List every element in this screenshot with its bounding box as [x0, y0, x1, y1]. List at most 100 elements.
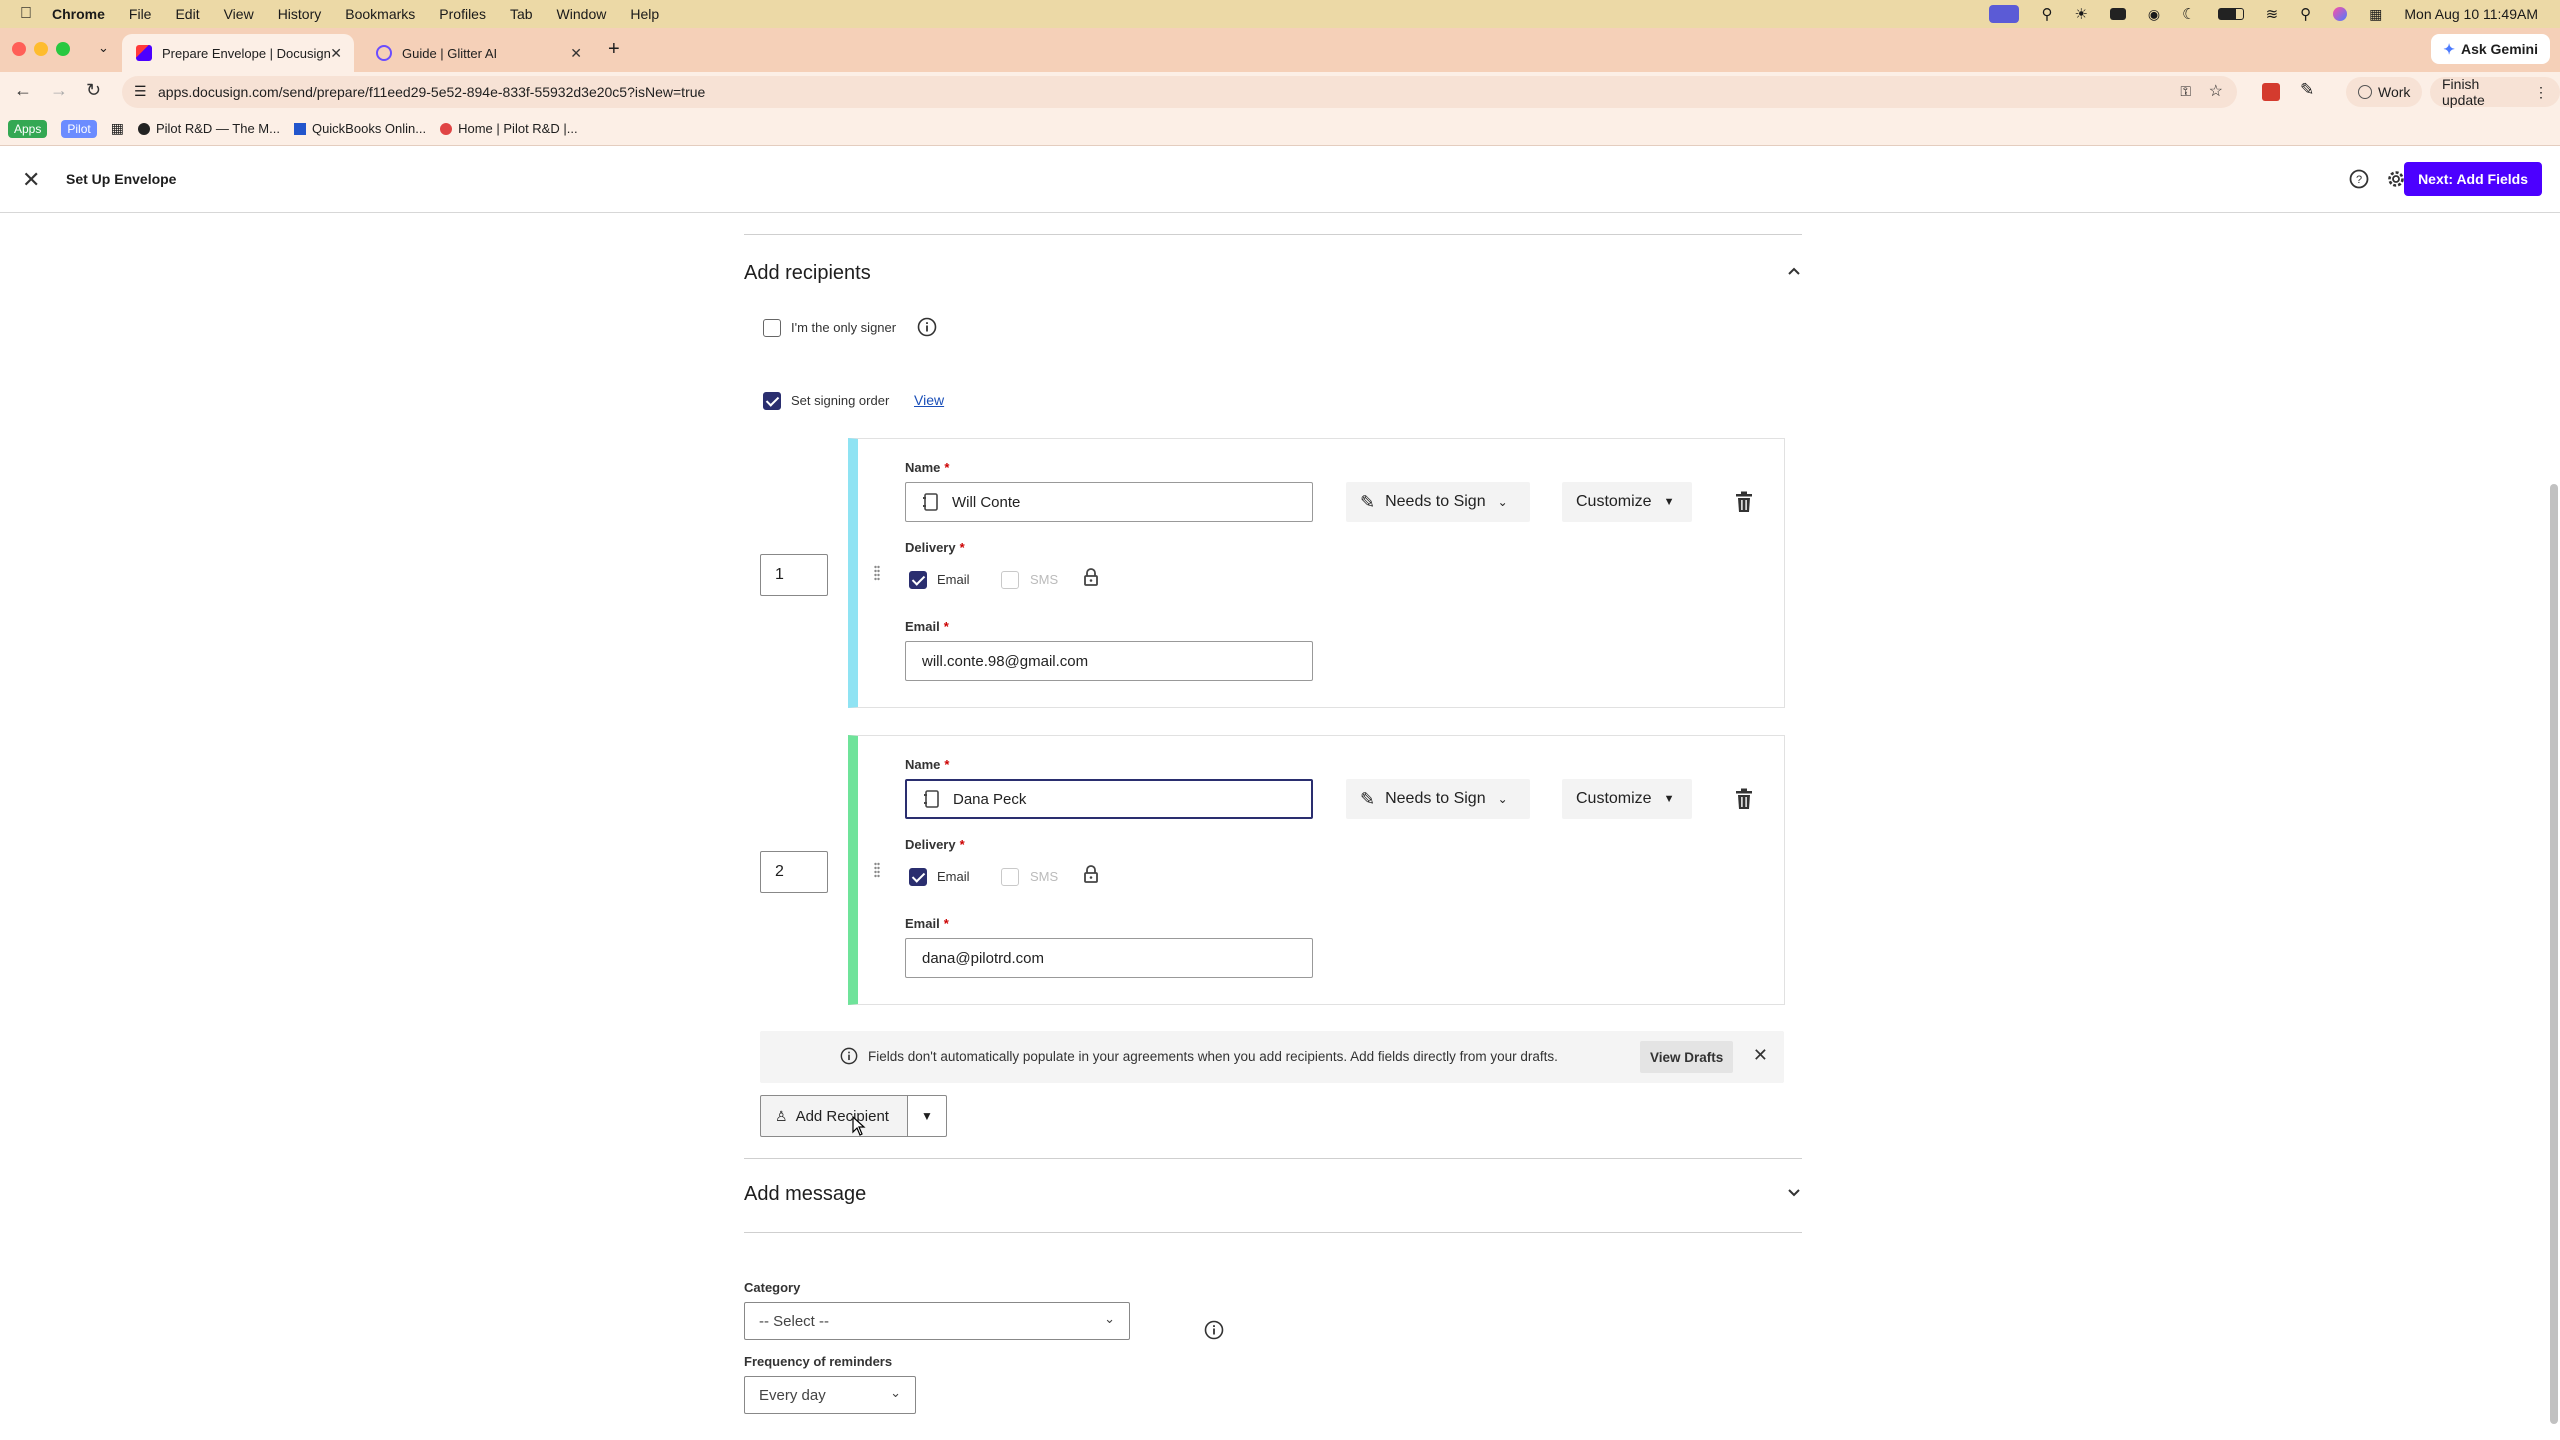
email-delivery-checkbox[interactable] — [909, 868, 927, 886]
apple-icon[interactable]:  — [0, 5, 52, 23]
sms-delivery-label: SMS — [1030, 869, 1059, 884]
next-add-fields-button[interactable]: Next: Add Fields — [2404, 162, 2542, 196]
tab-glitter-title: Guide | Glitter AI — [402, 45, 498, 61]
signing-order-checkbox[interactable] — [763, 392, 781, 410]
forward-icon[interactable]: → — [50, 80, 68, 101]
bookmark-pilot-rd-label: Pilot R&D — The M... — [155, 121, 280, 136]
recipient-name-input[interactable]: Dana Peck — [905, 779, 1313, 819]
lock-icon[interactable] — [1083, 568, 1099, 586]
recipient-order-input[interactable]: 1 — [760, 554, 828, 596]
trash-icon[interactable] — [1734, 491, 1754, 513]
screen-share-icon[interactable] — [1989, 5, 2020, 23]
profile-work-button[interactable]: Work — [2346, 77, 2423, 107]
help-icon[interactable]: ? — [2348, 168, 2370, 190]
back-icon[interactable]: ← — [14, 80, 32, 101]
menu-bookmarks[interactable]: Bookmarks — [345, 6, 415, 22]
menu-tab[interactable]: Tab — [510, 6, 533, 22]
bookmarks-bar: Apps Pilot ▦ Pilot R&D — The M... QuickB… — [0, 112, 2560, 146]
menu-view[interactable]: View — [224, 6, 254, 22]
needs-to-sign-dropdown[interactable]: ✎ Needs to Sign ⌄ — [1346, 482, 1530, 522]
menu-history[interactable]: History — [278, 6, 322, 22]
menu-window[interactable]: Window — [557, 6, 607, 22]
page-title: Set Up Envelope — [66, 171, 177, 187]
category-select[interactable]: -- Select -- ⌄ — [744, 1302, 1130, 1340]
contacts-icon[interactable] — [923, 789, 941, 809]
menu-clock[interactable]: Mon Aug 10 11:49AM — [2404, 6, 2538, 22]
reminders-select[interactable]: Every day ⌄ — [744, 1376, 916, 1414]
spotlight-icon[interactable]: ⚲ — [2300, 5, 2311, 23]
action-value: Needs to Sign — [1385, 493, 1486, 510]
close-tab-icon[interactable]: ✕ — [330, 45, 342, 62]
bookmark-quickbooks[interactable]: QuickBooks Onlin... — [293, 121, 427, 136]
menu-help[interactable]: Help — [630, 6, 659, 22]
bookmark-home-pilot[interactable]: Home | Pilot R&D |... — [440, 121, 578, 136]
banner-text: Fields don't automatically populate in y… — [868, 1049, 1558, 1064]
bookmark-pilot-rd[interactable]: Pilot R&D — The M... — [137, 121, 280, 136]
recipient-email-input[interactable]: dana@pilotrd.com — [905, 938, 1313, 978]
chevron-up-icon[interactable] — [1787, 264, 1801, 278]
scrollbar[interactable] — [2550, 484, 2558, 1424]
recipient-email-input[interactable]: will.conte.98@gmail.com — [905, 641, 1313, 681]
control-center-icon[interactable]: ▦ — [2369, 6, 2382, 23]
battery-icon[interactable] — [2217, 8, 2244, 20]
add-recipient-menu-button[interactable]: ▼ — [907, 1095, 947, 1137]
needs-to-sign-dropdown[interactable]: ✎ Needs to Sign ⌄ — [1346, 779, 1530, 819]
chevron-down-icon[interactable] — [1787, 1186, 1801, 1200]
address-bar[interactable]: ☰ apps.docusign.com/send/prepare/f11eed2… — [122, 76, 2237, 108]
customize-dropdown[interactable]: Customize ▼ — [1562, 779, 1692, 819]
camera-status-icon[interactable] — [2109, 8, 2126, 20]
bookmark-apps[interactable]: Apps — [8, 119, 48, 138]
trash-icon[interactable] — [1734, 788, 1754, 810]
close-tab-icon[interactable]: ✕ — [570, 45, 582, 62]
password-key-icon[interactable]: ⚿ — [2180, 83, 2191, 100]
name-label: Name * — [905, 460, 950, 475]
menu-app-name[interactable]: Chrome — [52, 6, 105, 22]
only-signer-checkbox[interactable] — [763, 319, 781, 337]
ask-gemini-button[interactable]: ✦ Ask Gemini — [2431, 34, 2550, 64]
customize-dropdown[interactable]: Customize ▼ — [1562, 482, 1692, 522]
maximize-window-button[interactable] — [56, 42, 70, 56]
moon-icon[interactable]: ☾ — [2182, 5, 2195, 23]
tab-docusign[interactable]: Prepare Envelope | Docusign ✕ — [122, 34, 354, 72]
brightness-icon[interactable]: ☀ — [2074, 5, 2087, 23]
tab-search-icon[interactable]: ⌄ — [98, 40, 109, 56]
minimize-window-button[interactable] — [34, 42, 48, 56]
add-recipient-button[interactable]: ♙ Add Recipient — [760, 1095, 908, 1137]
menu-edit[interactable]: Edit — [175, 6, 199, 22]
glitter-favicon-icon — [376, 45, 392, 61]
lock-icon[interactable] — [1083, 865, 1099, 883]
info-icon[interactable] — [1204, 1320, 1224, 1340]
add-recipients-heading: Add recipients — [744, 262, 871, 284]
finish-update-button[interactable]: Finish update ⋮ — [2430, 76, 2560, 108]
bookmark-pilot[interactable]: Pilot — [61, 119, 97, 138]
tab-glitter[interactable]: Guide | Glitter AI ✕ — [362, 34, 594, 72]
bookmark-star-icon[interactable]: ☆ — [2209, 81, 2223, 101]
focus-icon[interactable]: ◉ — [2148, 6, 2160, 23]
recipient-order-input[interactable]: 2 — [760, 851, 828, 893]
add-message-heading: Add message — [744, 1183, 867, 1205]
view-drafts-button[interactable]: View Drafts — [1640, 1041, 1734, 1073]
category-value: -- Select -- — [759, 1312, 830, 1330]
grid-icon[interactable]: ▦ — [111, 120, 124, 137]
wifi-icon[interactable]: ≋ — [2266, 5, 2279, 23]
close-icon[interactable]: ✕ — [22, 167, 40, 193]
view-signing-order-link[interactable]: View — [914, 392, 944, 408]
contacts-icon[interactable] — [922, 492, 940, 512]
extensions-icon[interactable]: ✎ — [2300, 80, 2314, 100]
customize-label: Customize — [1576, 790, 1652, 807]
home-favicon-icon — [440, 122, 453, 135]
search-status-icon[interactable]: ⚲ — [2041, 5, 2052, 23]
recipient-name-input[interactable]: Will Conte — [905, 482, 1313, 522]
info-icon[interactable] — [917, 317, 937, 337]
site-info-icon[interactable]: ☰ — [134, 83, 147, 100]
reload-icon[interactable]: ↻ — [86, 80, 101, 101]
close-icon[interactable]: ✕ — [1753, 1045, 1768, 1066]
new-tab-icon[interactable]: + — [608, 38, 620, 61]
email-delivery-checkbox[interactable] — [909, 571, 927, 589]
extension-badge-icon[interactable] — [2262, 83, 2280, 101]
close-window-button[interactable] — [12, 42, 26, 56]
bookmark-quickbooks-label: QuickBooks Onlin... — [311, 121, 427, 136]
menu-profiles[interactable]: Profiles — [439, 6, 486, 22]
siri-icon[interactable] — [2333, 7, 2348, 21]
menu-file[interactable]: File — [129, 6, 152, 22]
